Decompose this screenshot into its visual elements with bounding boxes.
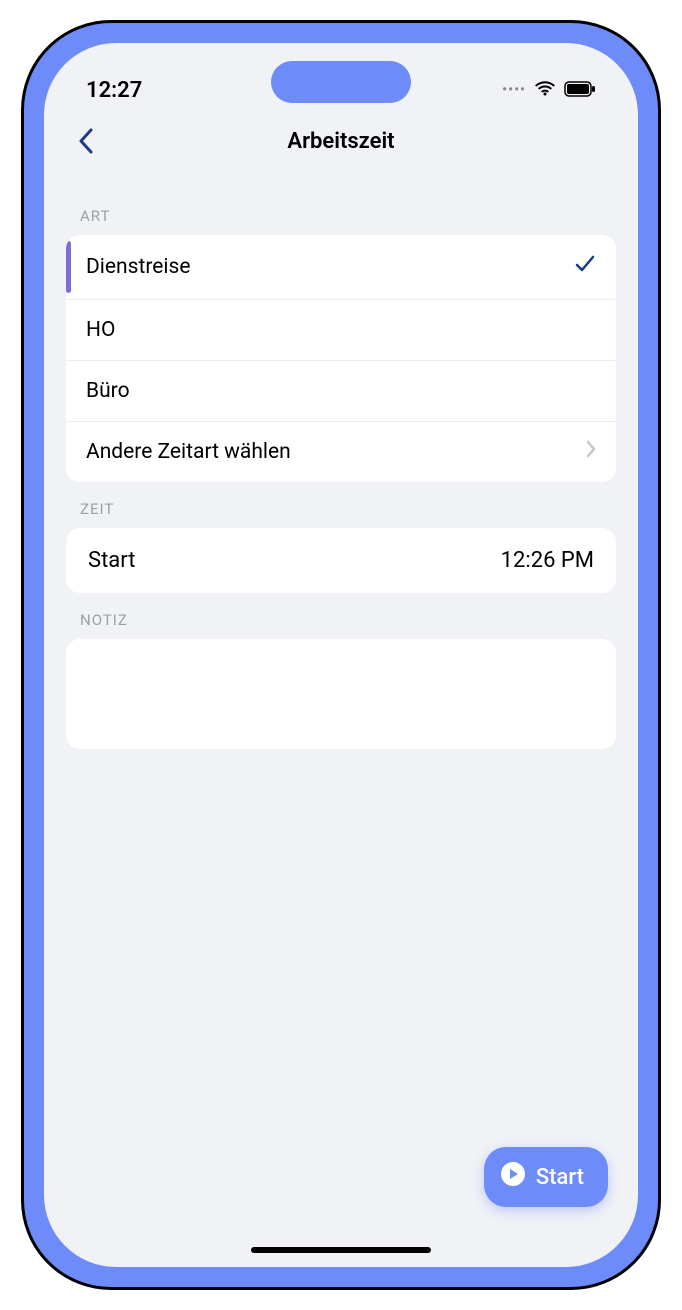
art-option-dienstreise[interactable]: Dienstreise [66,235,616,300]
status-time: 12:27 [86,78,142,103]
fab-label: Start [536,1165,584,1190]
section-label-zeit: ZEIT [66,482,616,528]
art-option-label: Andere Zeitart wählen [86,440,291,464]
section-label-notiz: NOTIZ [66,593,616,639]
art-option-ho[interactable]: HO [66,300,616,361]
art-option-label: Dienstreise [86,255,190,279]
nav-bar: Arbeitszeit [44,113,638,169]
home-indicator[interactable] [251,1247,431,1253]
play-icon [500,1161,526,1193]
start-time-row[interactable]: Start 12:26 PM [66,528,616,593]
art-card: Dienstreise HO Büro Andere Zeitart wähle… [66,235,616,482]
dynamic-island [271,61,411,103]
chevron-left-icon [78,128,94,154]
back-button[interactable] [68,123,104,159]
art-option-label: Büro [86,379,130,403]
phone-frame: 12:27 •••• Arbeitszeit ART Dienstrei [21,20,661,1290]
check-icon [574,253,596,281]
zeit-card: Start 12:26 PM [66,528,616,593]
start-label: Start [88,548,135,573]
content-area: ART Dienstreise HO Büro Andere Zeitart w… [44,169,638,1267]
phone-screen: 12:27 •••• Arbeitszeit ART Dienstrei [44,43,638,1267]
section-label-art: ART [66,189,616,235]
chevron-right-icon [586,440,596,464]
status-indicators: •••• [502,78,596,103]
start-value: 12:26 PM [501,548,594,573]
note-input[interactable] [66,639,616,749]
art-option-buero[interactable]: Büro [66,361,616,422]
cellular-dots-icon: •••• [502,82,526,98]
start-button[interactable]: Start [484,1147,608,1207]
art-option-label: HO [86,318,115,342]
page-title: Arbeitszeit [287,129,394,154]
art-option-other[interactable]: Andere Zeitart wählen [66,422,616,482]
wifi-icon [534,78,556,103]
battery-icon [564,78,596,103]
